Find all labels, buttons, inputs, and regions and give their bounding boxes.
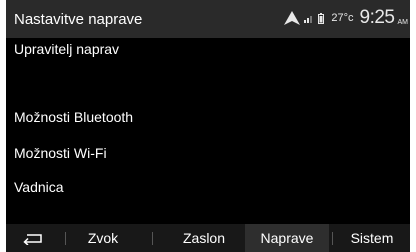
bottom-tab-bar: Zvok Zaslon Naprave Sistem [6, 224, 410, 252]
status-bar: 27°c 9:25 AM [284, 5, 408, 31]
menu-item-tutorial[interactable]: Vadnica [14, 179, 64, 195]
tab-sistem[interactable]: Sistem [334, 224, 410, 252]
tab-naprave[interactable]: Naprave [245, 224, 329, 252]
clock-time: 9:25 [359, 7, 395, 28]
menu-item-device-manager[interactable]: Upravitelj naprav [14, 41, 119, 57]
tab-divider [152, 232, 153, 245]
screen: Nastavitve naprave 27°c 9:25 AM Upravite… [6, 0, 410, 252]
back-arrow-icon[interactable] [22, 231, 44, 245]
tab-divider [65, 232, 66, 245]
header-bar: Nastavitve naprave 27°c 9:25 AM [6, 0, 410, 38]
menu-item-wifi-options[interactable]: Možnosti Wi-Fi [14, 145, 107, 161]
signal-bars-icon [304, 16, 313, 23]
tab-zaslon[interactable]: Zaslon [163, 224, 245, 252]
navigation-arrow-icon [284, 11, 301, 25]
page-title: Nastavitve naprave [14, 11, 143, 28]
temperature-readout: 27°c [331, 12, 354, 24]
tab-divider [332, 232, 333, 245]
battery-icon [318, 12, 325, 24]
menu-item-bluetooth-options[interactable]: Možnosti Bluetooth [14, 109, 133, 125]
clock-ampm: AM [397, 19, 409, 26]
tab-zvok[interactable]: Zvok [68, 224, 138, 252]
